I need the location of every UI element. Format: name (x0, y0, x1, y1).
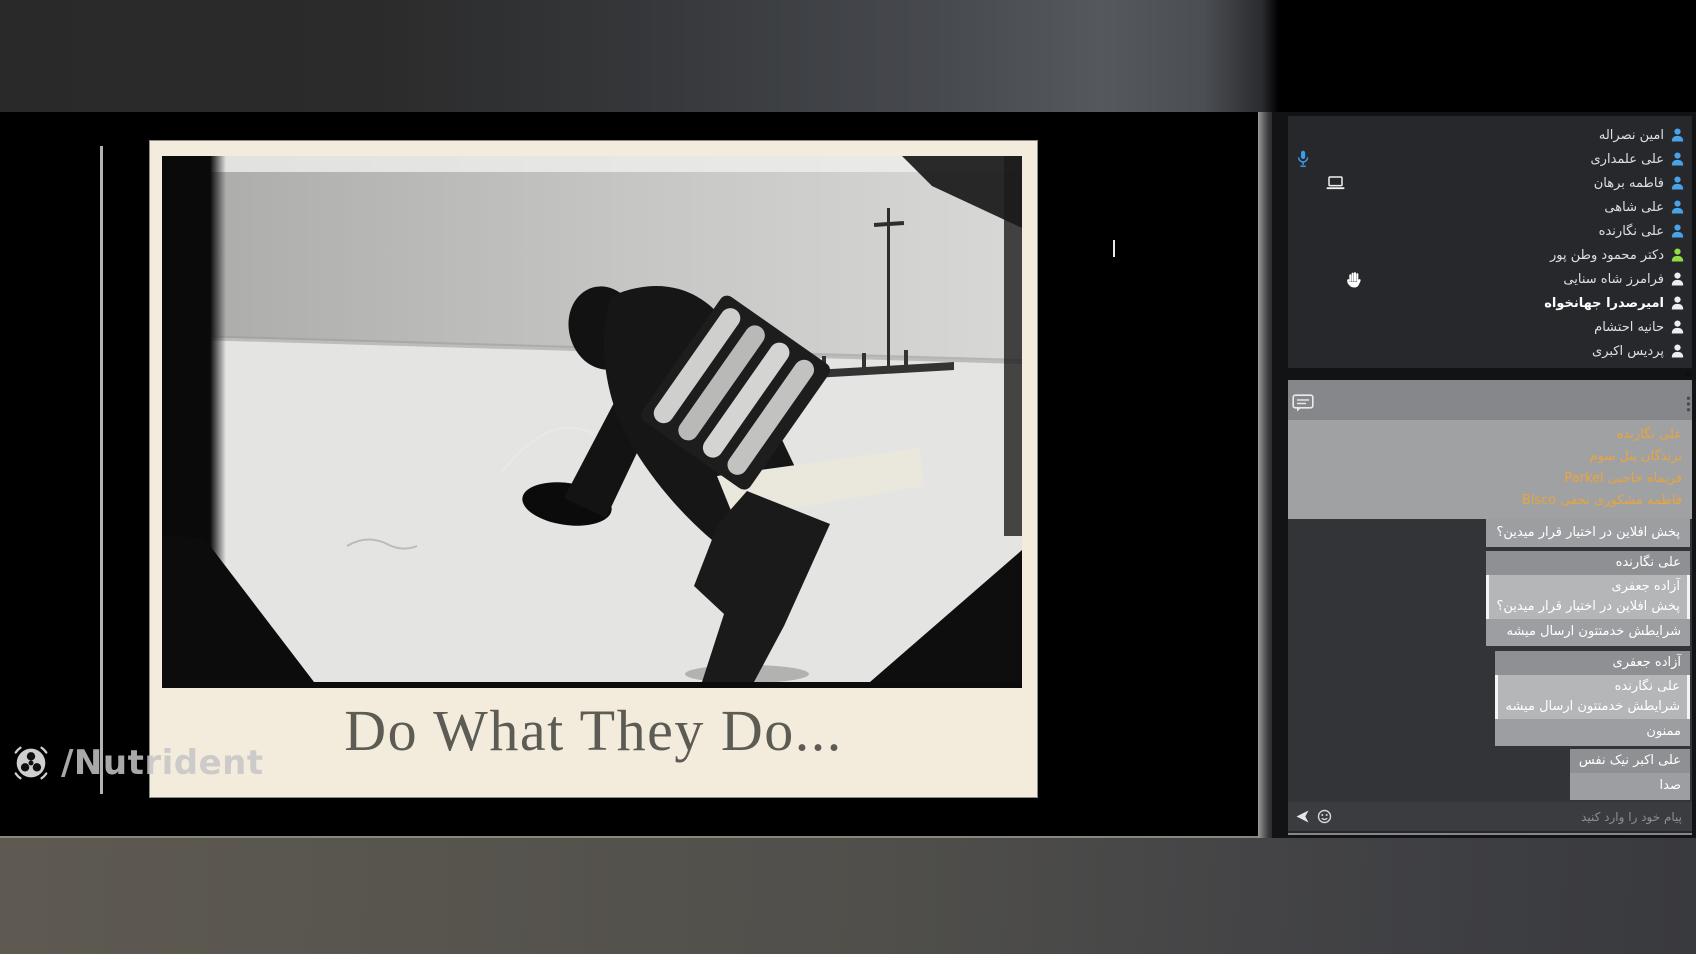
participant-name: پردیس اکبری (1592, 343, 1664, 359)
chat-bubble-icon[interactable] (1292, 394, 1314, 417)
microphone-active-icon (1297, 150, 1309, 168)
slide-caption: Do What They Do... (344, 698, 843, 763)
quote-sender: علی نگارنده (1614, 679, 1680, 694)
participant-name: فاطمه برهان (1593, 175, 1664, 191)
message-text: صدا (1659, 778, 1681, 793)
quote-text: شرایطش خدمتتون ارسال میشه (1505, 699, 1680, 714)
participant-name: فرامرز شاه سنایی (1563, 271, 1664, 287)
photo-bottom-bar (162, 682, 1022, 688)
message-text: ممنون (1646, 724, 1681, 739)
person-icon (1671, 320, 1684, 334)
person-icon (1671, 296, 1684, 310)
participant-row[interactable]: پردیس اکبری (1288, 339, 1687, 363)
watermark: /Nutrident (10, 742, 264, 784)
message-text: شرایطش خدمتتون ارسال میشه (1506, 624, 1681, 639)
screen-share-icon (1326, 176, 1345, 190)
participant-name: حانیه احتشام (1594, 319, 1664, 335)
slide-screen-edge (100, 146, 103, 794)
chat-message: آزاده جعفری علی نگارنده شرایطش خدمتتون ا… (1495, 651, 1690, 746)
participants-list: امین نصراله علی علمداری فاطمه برهان علی … (1288, 116, 1692, 368)
participant-row[interactable]: امیرصدرا جهانخواه (1288, 291, 1687, 315)
participant-row[interactable]: دکتر محمود وطن پور (1288, 243, 1687, 267)
slide: Do What They Do... (150, 141, 1037, 797)
chat-message-input[interactable] (1339, 808, 1684, 825)
slide-photo (162, 156, 1022, 682)
participant-name: امیرصدرا جهانخواه (1544, 295, 1664, 311)
announcement-line: برندگان پنل سوم (1589, 449, 1682, 464)
webinar-window: Do What They Do... /Nutrident امین نصرال… (0, 0, 1696, 954)
message-sender: علی نگارنده (1486, 551, 1690, 575)
chat-announcement: علی نگارنده برندگان پنل سوم فریماه حاجبی… (1288, 420, 1692, 519)
participant-name: علی علمداری (1590, 151, 1665, 167)
chat-message: علی نگارنده آزاده جعفری پخش افلاین در اخ… (1486, 551, 1690, 646)
announcement-line: فاطمه مشکوری نجفی Bisco (1521, 493, 1682, 508)
participant-row[interactable]: فاطمه برهان (1288, 171, 1687, 195)
participant-name: دکتر محمود وطن پور (1550, 247, 1664, 263)
message-text: پخش افلاین در اختیار قرار میدین؟ (1496, 525, 1680, 540)
film-still-illustration (162, 156, 1022, 682)
chat-menu-icon[interactable] (1686, 396, 1691, 416)
panel-divider[interactable] (1258, 112, 1272, 838)
participant-row[interactable]: علی نگارنده (1288, 219, 1687, 243)
participant-name: امین نصراله (1598, 127, 1664, 143)
right-column: امین نصراله علی علمداری فاطمه برهان علی … (1272, 112, 1696, 838)
person-icon (1671, 272, 1684, 286)
participant-row[interactable]: علی شاهی (1288, 195, 1687, 219)
film-reel-icon (14, 746, 48, 780)
send-icon[interactable] (1295, 810, 1310, 823)
raised-hand-icon (1347, 271, 1362, 288)
message-sender: آزاده جعفری (1495, 651, 1690, 675)
chat-input-bar (1288, 802, 1692, 833)
background-video-top (0, 0, 1696, 112)
message-sender: علی اکبر نیک نفس (1569, 749, 1690, 773)
text-cursor (1113, 240, 1115, 257)
chat-message: پخش افلاین در اختیار قرار میدین؟ (1486, 518, 1690, 547)
participant-name: علی شاهی (1604, 199, 1664, 215)
announcement-line: فریماه حاجبی Parkel (1564, 471, 1682, 486)
person-icon (1671, 344, 1684, 358)
person-icon (1671, 176, 1684, 190)
chat-panel: علی نگارنده برندگان پنل سوم فریماه حاجبی… (1288, 380, 1692, 835)
scrollbar-thumb[interactable] (1686, 371, 1692, 377)
emoji-icon[interactable] (1317, 809, 1332, 824)
person-icon (1671, 200, 1684, 214)
person-icon-presenter (1671, 248, 1684, 262)
participants-panel: امین نصراله علی علمداری فاطمه برهان علی … (1288, 116, 1692, 368)
quoted-message: علی نگارنده شرایطش خدمتتون ارسال میشه (1495, 675, 1690, 719)
announcement-sender: علی نگارنده (1616, 427, 1682, 442)
watermark-brand: /Nutrident (61, 743, 264, 783)
quoted-message: آزاده جعفری پخش افلاین در اختیار قرار می… (1486, 575, 1690, 619)
person-icon (1671, 128, 1684, 142)
background-video-bottom (0, 838, 1696, 954)
participant-row[interactable]: علی علمداری (1288, 147, 1687, 171)
participant-name: علی نگارنده (1598, 223, 1664, 239)
person-icon (1671, 152, 1684, 166)
participant-row[interactable]: حانیه احتشام (1288, 315, 1687, 339)
chat-message: علی اکبر نیک نفس صدا (1569, 749, 1690, 800)
quote-sender: آزاده جعفری (1611, 579, 1680, 594)
person-icon (1671, 224, 1684, 238)
quote-text: پخش افلاین در اختیار قرار میدین؟ (1496, 599, 1680, 614)
participant-row[interactable]: امین نصراله (1288, 123, 1687, 147)
chat-message-area: علی نگارنده برندگان پنل سوم فریماه حاجبی… (1288, 420, 1692, 802)
chat-header (1288, 380, 1692, 420)
